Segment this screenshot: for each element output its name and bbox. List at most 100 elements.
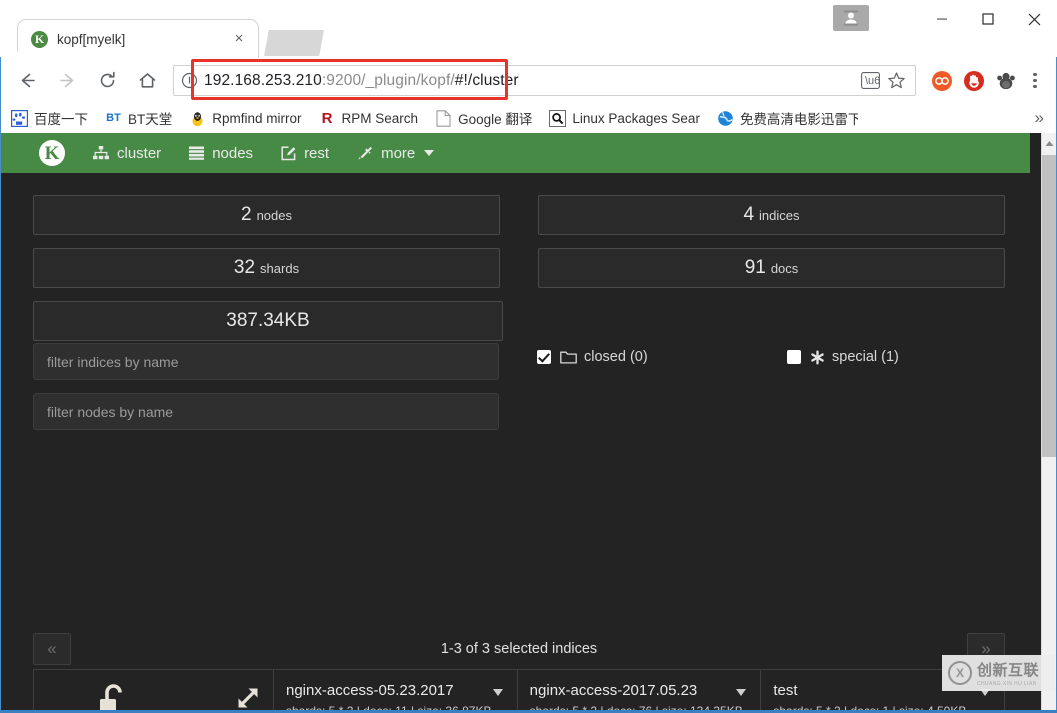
stat-value: 4 bbox=[743, 204, 755, 225]
tab-title: kopf[myelk] bbox=[57, 31, 126, 47]
tab-close-icon[interactable]: × bbox=[231, 31, 247, 47]
special-checkbox[interactable] bbox=[787, 350, 801, 364]
asterisk-icon bbox=[810, 349, 825, 365]
bookmarks-overflow-button[interactable]: » bbox=[1035, 108, 1044, 128]
tab-favicon-kopf-icon bbox=[31, 30, 48, 48]
kopf-logo-icon[interactable]: K bbox=[39, 140, 65, 166]
profile-avatar[interactable] bbox=[833, 5, 869, 31]
sitemap-icon bbox=[93, 146, 109, 160]
index-menu-caret-icon[interactable] bbox=[736, 689, 747, 696]
extension-infinity-button[interactable] bbox=[928, 67, 956, 95]
omnibox-actions: \u6587 bbox=[857, 68, 915, 94]
globe-icon bbox=[717, 110, 734, 127]
home-icon bbox=[139, 73, 155, 88]
maximize-button[interactable] bbox=[965, 2, 1011, 36]
baidu-icon bbox=[11, 109, 28, 127]
stat-label: indices bbox=[759, 207, 800, 223]
home-button[interactable] bbox=[127, 61, 167, 101]
bookmark-bt[interactable]: BT BT天堂 bbox=[98, 106, 179, 130]
bookmark-label: Linux Packages Sear bbox=[572, 110, 700, 126]
bookmark-rpmfind[interactable]: Rpmfind mirror bbox=[182, 106, 308, 130]
tab-strip: kopf[myelk] × bbox=[0, 1, 1057, 58]
kopf-nav-nodes[interactable]: nodes bbox=[189, 145, 253, 162]
expand-arrows-icon bbox=[238, 688, 258, 708]
pager-prev-button[interactable]: « bbox=[33, 633, 71, 665]
url-text: 192.168.253.210:9200/_plugin/kopf/#!/clu… bbox=[204, 72, 519, 90]
index-header: nginx-access-2017.05.23 shards: 5 * 2 | … bbox=[518, 670, 762, 712]
unlock-icon bbox=[100, 684, 122, 712]
forward-button[interactable] bbox=[47, 61, 87, 101]
chrome-menu-button[interactable] bbox=[1020, 66, 1050, 96]
scrollbar-thumb[interactable] bbox=[1042, 155, 1056, 457]
index-type-toggles: closed (0) special (1) bbox=[537, 349, 899, 365]
stats-spacer bbox=[541, 301, 1005, 341]
doc-icon bbox=[435, 109, 452, 127]
tab-background-slot bbox=[264, 30, 324, 56]
scroll-up-button[interactable] bbox=[1042, 133, 1056, 153]
stat-value: 387.34KB bbox=[226, 310, 310, 331]
address-bar[interactable]: 192.168.253.210:9200/_plugin/kopf/#!/clu… bbox=[173, 59, 916, 100]
watermark-cn: 创新互联 bbox=[977, 662, 1040, 679]
bookmark-label: RPM Search bbox=[341, 110, 419, 126]
kopf-nav-more[interactable]: more bbox=[357, 144, 435, 162]
stat-docs: 91 docs bbox=[538, 248, 1005, 288]
close-icon bbox=[1028, 13, 1040, 25]
kopf-nav-label: more bbox=[381, 144, 416, 162]
stat-value: 91 bbox=[744, 257, 766, 278]
back-arrow-icon bbox=[21, 73, 35, 88]
page-info-button[interactable] bbox=[174, 72, 204, 89]
bookmark-linux-packages[interactable]: Linux Packages Sear bbox=[542, 106, 707, 130]
special-label: special (1) bbox=[832, 349, 899, 365]
minimize-button[interactable] bbox=[919, 2, 965, 36]
bookmark-google-translate[interactable]: Google 翻译 bbox=[428, 106, 539, 130]
kopf-navbar: K cluster nodes rest more bbox=[1, 133, 1030, 173]
kopf-nav-label: rest bbox=[304, 144, 330, 162]
extension-tampermonkey-button[interactable] bbox=[992, 67, 1020, 95]
kopf-nav-label: nodes bbox=[212, 144, 254, 162]
bookmark-rpmsearch[interactable]: R RPM Search bbox=[312, 106, 426, 130]
translate-button[interactable]: \u6587 bbox=[857, 68, 883, 94]
filter-indices-input[interactable] bbox=[33, 343, 499, 380]
closed-checkbox[interactable] bbox=[537, 350, 551, 364]
watermark: X 创新互联 CHUANG XIN HU LIAN bbox=[942, 655, 1055, 691]
search-icon bbox=[549, 109, 567, 127]
index-header: nginx-access-05.23.2017 shards: 5 * 2 | … bbox=[274, 670, 518, 712]
table-header-row: A Z nginx-access-05.23.2017 shards: bbox=[34, 670, 1004, 712]
index-name: nginx-access-2017.05.23 bbox=[529, 682, 698, 699]
adblock-ext-icon bbox=[964, 70, 984, 91]
stats-row: 2 nodes 4 indices bbox=[33, 195, 1005, 235]
index-menu-caret-icon[interactable] bbox=[492, 689, 503, 696]
closed-label-group: closed (0) bbox=[560, 349, 648, 365]
closed-label: closed (0) bbox=[584, 349, 648, 365]
chrome-titlebar: kopf[myelk] × bbox=[0, 0, 1057, 58]
kopf-nav-rest[interactable]: rest bbox=[281, 145, 329, 162]
chevron-up-icon bbox=[1045, 140, 1053, 146]
menu-dot bbox=[1033, 84, 1037, 88]
kopf-content: 2 nodes 4 indices 32 shards 91 docs 387.… bbox=[1, 173, 1030, 712]
closed-indices-toggle[interactable]: closed (0) bbox=[537, 349, 787, 365]
kopf-nav-cluster[interactable]: cluster bbox=[93, 145, 161, 162]
extension-adblock-button[interactable] bbox=[960, 67, 988, 95]
expand-button[interactable] bbox=[232, 682, 264, 712]
close-button[interactable] bbox=[1011, 2, 1057, 36]
page-info-icon bbox=[181, 72, 197, 89]
special-label-group: special (1) bbox=[810, 349, 899, 365]
stat-value: 32 bbox=[233, 257, 256, 278]
kopf-nav-label: cluster bbox=[117, 144, 162, 162]
page-scrollbar[interactable] bbox=[1041, 133, 1056, 712]
browser-tab[interactable]: kopf[myelk] × bbox=[8, 20, 258, 58]
stat-shards: 32 shards bbox=[33, 248, 500, 288]
maximize-icon bbox=[982, 13, 994, 25]
bookmark-label: BT天堂 bbox=[128, 112, 173, 127]
bookmark-button[interactable] bbox=[883, 68, 909, 94]
back-button[interactable] bbox=[7, 61, 47, 101]
bookmark-movie-download[interactable]: 免费高清电影迅雷下载 bbox=[710, 106, 865, 130]
unlock-button[interactable] bbox=[97, 682, 131, 712]
bookmark-baidu[interactable]: 百度一下 bbox=[4, 106, 95, 130]
reload-button[interactable] bbox=[87, 61, 127, 101]
filter-nodes-input[interactable] bbox=[33, 393, 499, 430]
stats-row: 32 shards 91 docs bbox=[33, 248, 1005, 288]
reload-icon bbox=[100, 71, 115, 88]
edit-square-icon bbox=[281, 146, 296, 161]
special-indices-toggle[interactable]: special (1) bbox=[787, 349, 899, 365]
